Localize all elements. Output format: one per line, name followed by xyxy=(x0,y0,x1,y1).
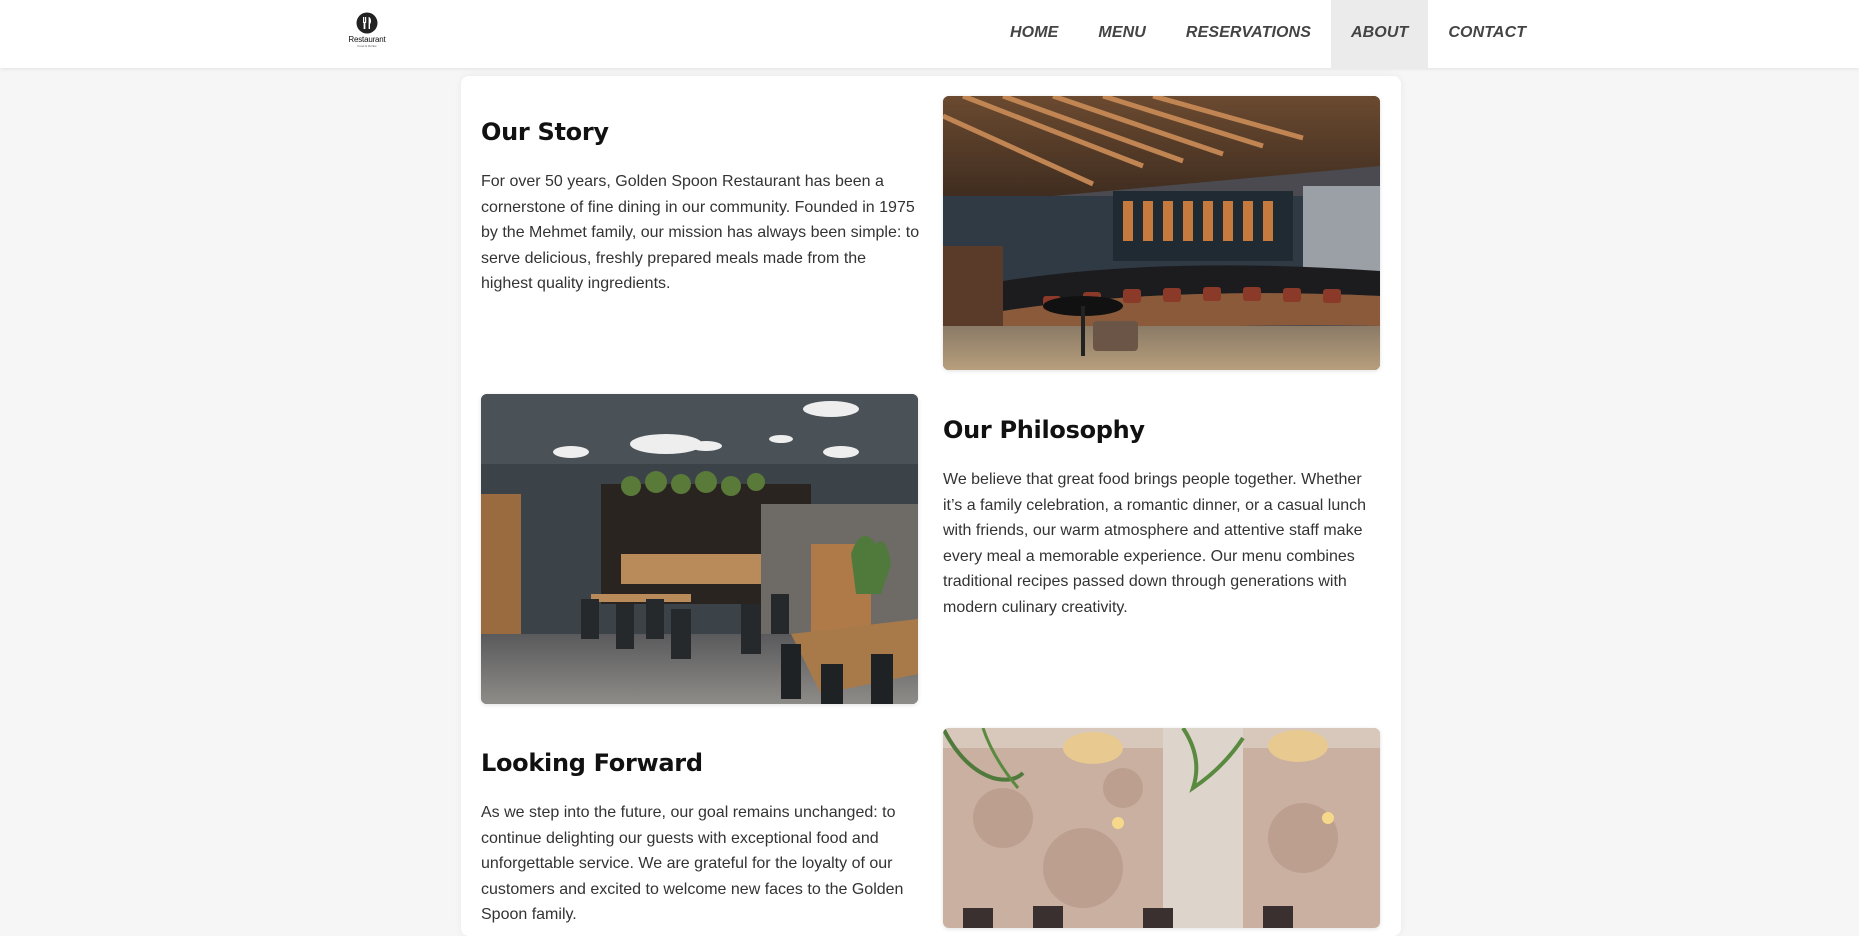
nav-menu-link[interactable]: MENU xyxy=(1078,0,1166,68)
section-heading-looking-forward: Looking Forward xyxy=(481,749,703,777)
section-heading-our-philosophy: Our Philosophy xyxy=(943,416,1145,444)
section-text-our-philosophy: We believe that great food brings people… xyxy=(943,471,1367,616)
restaurant-logo[interactable]: Restaurant Food & Drinks xyxy=(342,12,392,50)
section-text-looking-forward: As we step into the future, our goal rem… xyxy=(481,804,904,924)
about-card: Our Story For over 50 years, Golden Spoo… xyxy=(461,76,1401,936)
main-nav: HOME MENU RESERVATIONS ABOUT CONTACT xyxy=(990,0,1546,68)
nav-reservations-link[interactable]: RESERVATIONS xyxy=(1166,0,1331,68)
section-heading-our-story: Our Story xyxy=(481,118,609,146)
section-text-our-story: For over 50 years, Golden Spoon Restaura… xyxy=(481,173,920,293)
top-navbar: Restaurant Food & Drinks HOME MENU RESER… xyxy=(0,0,1859,68)
nav-contact-link[interactable]: CONTACT xyxy=(1428,0,1546,68)
logo-text: Restaurant xyxy=(348,35,386,44)
nav-home-link[interactable]: HOME xyxy=(990,0,1078,68)
nav-about-link[interactable]: ABOUT xyxy=(1331,0,1429,68)
restaurant-bar-interior-photo xyxy=(943,96,1380,370)
dining-room-interior-photo xyxy=(481,394,918,704)
fork-knife-icon xyxy=(356,12,378,34)
rustic-cafe-interior-photo xyxy=(943,728,1380,928)
logo-subtext: Food & Drinks xyxy=(357,44,377,48)
